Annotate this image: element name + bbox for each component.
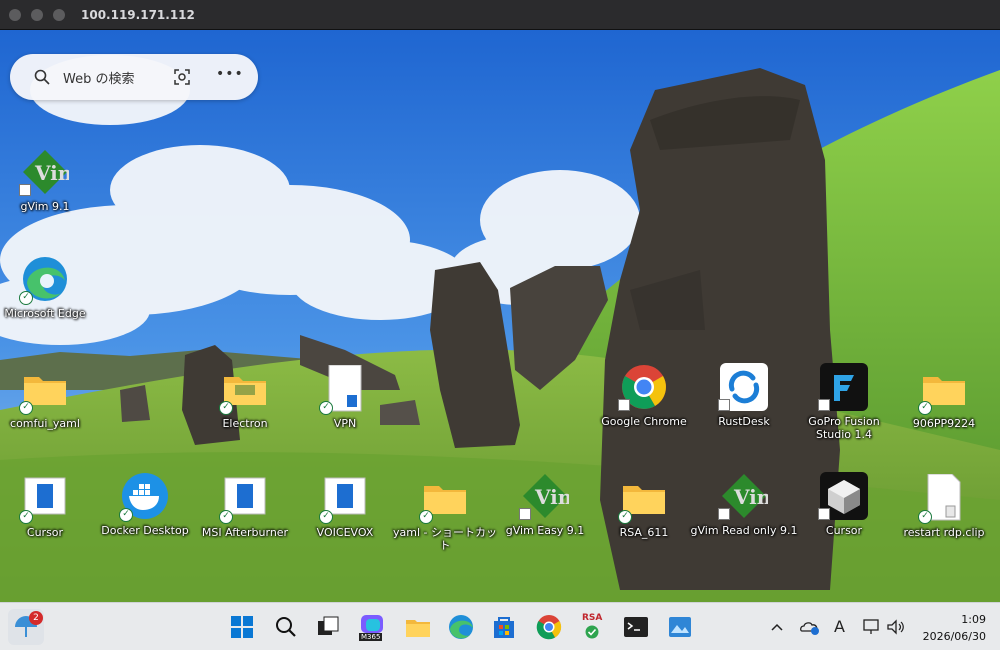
desktop-icon-yaml-shortcut[interactable]: ✓ yaml - ショートカット [393,474,497,554]
rsa-token-icon[interactable]: RSA [577,611,609,643]
svg-text:Vim: Vim [534,485,569,509]
desktop-icon-906pp9224[interactable]: ✓ 906PP9224 [896,365,992,445]
rsa-label: RSA [582,613,603,623]
desktop-icon-vpn[interactable]: ✓ VPN [297,365,393,445]
desktop-icon-edge[interactable]: ✓ Microsoft Edge [0,255,93,335]
sync-check-icon: ✓ [19,401,33,415]
sync-check-icon: ✓ [319,401,333,415]
svg-text:Vim: Vim [34,161,69,185]
web-search-widget[interactable]: Web の検索 ••• [10,54,258,100]
icon-label: RustDesk [718,415,770,428]
shortcut-arrow-icon [19,184,31,196]
onedrive-icon[interactable] [798,615,822,639]
desktop-icon-gopro-fusion[interactable]: GoPro Fusion Studio 1.4 [796,363,892,443]
weather-widget[interactable]: 2 [8,609,44,645]
shortcut-arrow-icon [818,399,830,411]
icon-label: RSA_611 [619,526,669,539]
file-explorer-icon[interactable] [402,611,434,643]
task-view-icon[interactable] [312,611,344,643]
clock-date[interactable]: 2026/06/30 [918,630,986,643]
m365-label: M365 [359,633,383,641]
window-title: 100.119.171.112 [81,7,195,22]
icon-label: Google Chrome [601,415,687,428]
chevron-up-icon[interactable] [766,615,788,639]
chrome-taskbar-icon[interactable] [533,611,565,643]
photos-icon[interactable] [664,611,696,643]
desktop-icon-gvim[interactable]: Vim gVim 9.1 [0,148,93,228]
minimize-window-button[interactable] [31,8,43,21]
taskbar-search-icon[interactable] [270,611,302,643]
icon-label: VPN [333,417,357,430]
microsoft-store-icon[interactable] [488,611,520,643]
sync-check-icon: ✓ [918,510,932,524]
desktop-icon-electron[interactable]: ✓ Electron [197,365,293,445]
window-controls [9,8,65,21]
windows-start-icon[interactable] [226,611,258,643]
shortcut-arrow-icon [718,508,730,520]
sync-check-icon: ✓ [918,401,932,415]
desktop-icon-rsa-611[interactable]: ✓ RSA_611 [596,474,692,554]
sync-check-icon: ✓ [219,510,233,524]
icon-label: restart rdp.clip [903,526,985,539]
desktop: Web の検索 ••• Vim gVim 9.1 ✓ Microsoft Edg… [0,30,1000,602]
sync-check-icon: ✓ [319,510,333,524]
m365-copilot-icon[interactable]: M365 [356,611,388,643]
icon-label: gVim Easy 9.1 [505,524,585,537]
desktop-icon-gvim-readonly[interactable]: Vim gVim Read only 9.1 [691,472,797,552]
search-icon [34,69,50,85]
window-titlebar: 100.119.171.112 [0,0,1000,30]
desktop-icon-cursor-app[interactable]: Cursor [796,472,892,552]
desktop-icon-rustdesk[interactable]: RustDesk [696,363,792,443]
sync-check-icon: ✓ [419,510,433,524]
icon-label: Cursor [825,524,863,537]
icon-label: Docker Desktop [101,524,189,537]
desktop-icon-msi-afterburner[interactable]: ✓ MSI Afterburner [197,474,293,554]
shortcut-arrow-icon [618,399,630,411]
more-options-icon[interactable]: ••• [216,66,244,82]
icon-label: Cursor [26,526,64,539]
close-window-button[interactable] [9,8,21,21]
edge-taskbar-icon[interactable] [445,611,477,643]
icon-label: Microsoft Edge [4,307,86,320]
sync-check-icon: ✓ [618,510,632,524]
icon-label: Electron [222,417,268,430]
sync-check-icon: ✓ [219,401,233,415]
check-icon [585,625,599,639]
svg-text:Vim: Vim [733,485,768,509]
icon-label: gVim Read only 9.1 [690,524,798,537]
desktop-icon-gvim-easy[interactable]: Vim gVim Easy 9.1 [497,472,593,552]
desktop-icon-docker[interactable]: ✓ Docker Desktop [97,472,193,552]
desktop-icon-voicevox[interactable]: ✓ VOICEVOX [297,474,393,554]
desktop-icon-chrome[interactable]: Google Chrome [596,363,692,443]
terminal-icon[interactable] [620,611,652,643]
icon-label: MSI Afterburner [201,526,289,539]
taskbar: 2 M365 RSA A 1:09 2026/06/30 [0,602,1000,650]
desktop-icon-cursor-doc[interactable]: ✓ Cursor [0,474,93,554]
search-placeholder[interactable]: Web の検索 [63,68,134,87]
desktop-icon-restart-rdp[interactable]: ✓ restart rdp.clip [896,474,992,554]
ime-indicator[interactable]: A [834,617,845,636]
sync-check-icon: ✓ [119,508,133,522]
icon-label: VOICEVOX [316,526,374,539]
icon-label: comfui_yaml [10,417,80,430]
volume-icon[interactable] [884,615,908,639]
visual-search-icon[interactable] [173,68,191,86]
shortcut-arrow-icon [818,508,830,520]
shortcut-arrow-icon [718,399,730,411]
icon-label: gVim 9.1 [20,200,70,213]
maximize-window-button[interactable] [53,8,65,21]
icon-label: 906PP9224 [912,417,976,430]
notification-badge: 2 [29,611,43,625]
shortcut-arrow-icon [519,508,531,520]
sync-check-icon: ✓ [19,510,33,524]
sync-check-icon: ✓ [19,291,33,305]
icon-label: GoPro Fusion Studio 1.4 [808,415,880,441]
desktop-icon-comfui-yaml[interactable]: ✓ comfui_yaml [0,365,93,445]
icon-label: yaml - ショートカット [393,526,497,552]
network-icon[interactable] [860,615,884,639]
clock-time[interactable]: 1:09 [946,613,986,626]
